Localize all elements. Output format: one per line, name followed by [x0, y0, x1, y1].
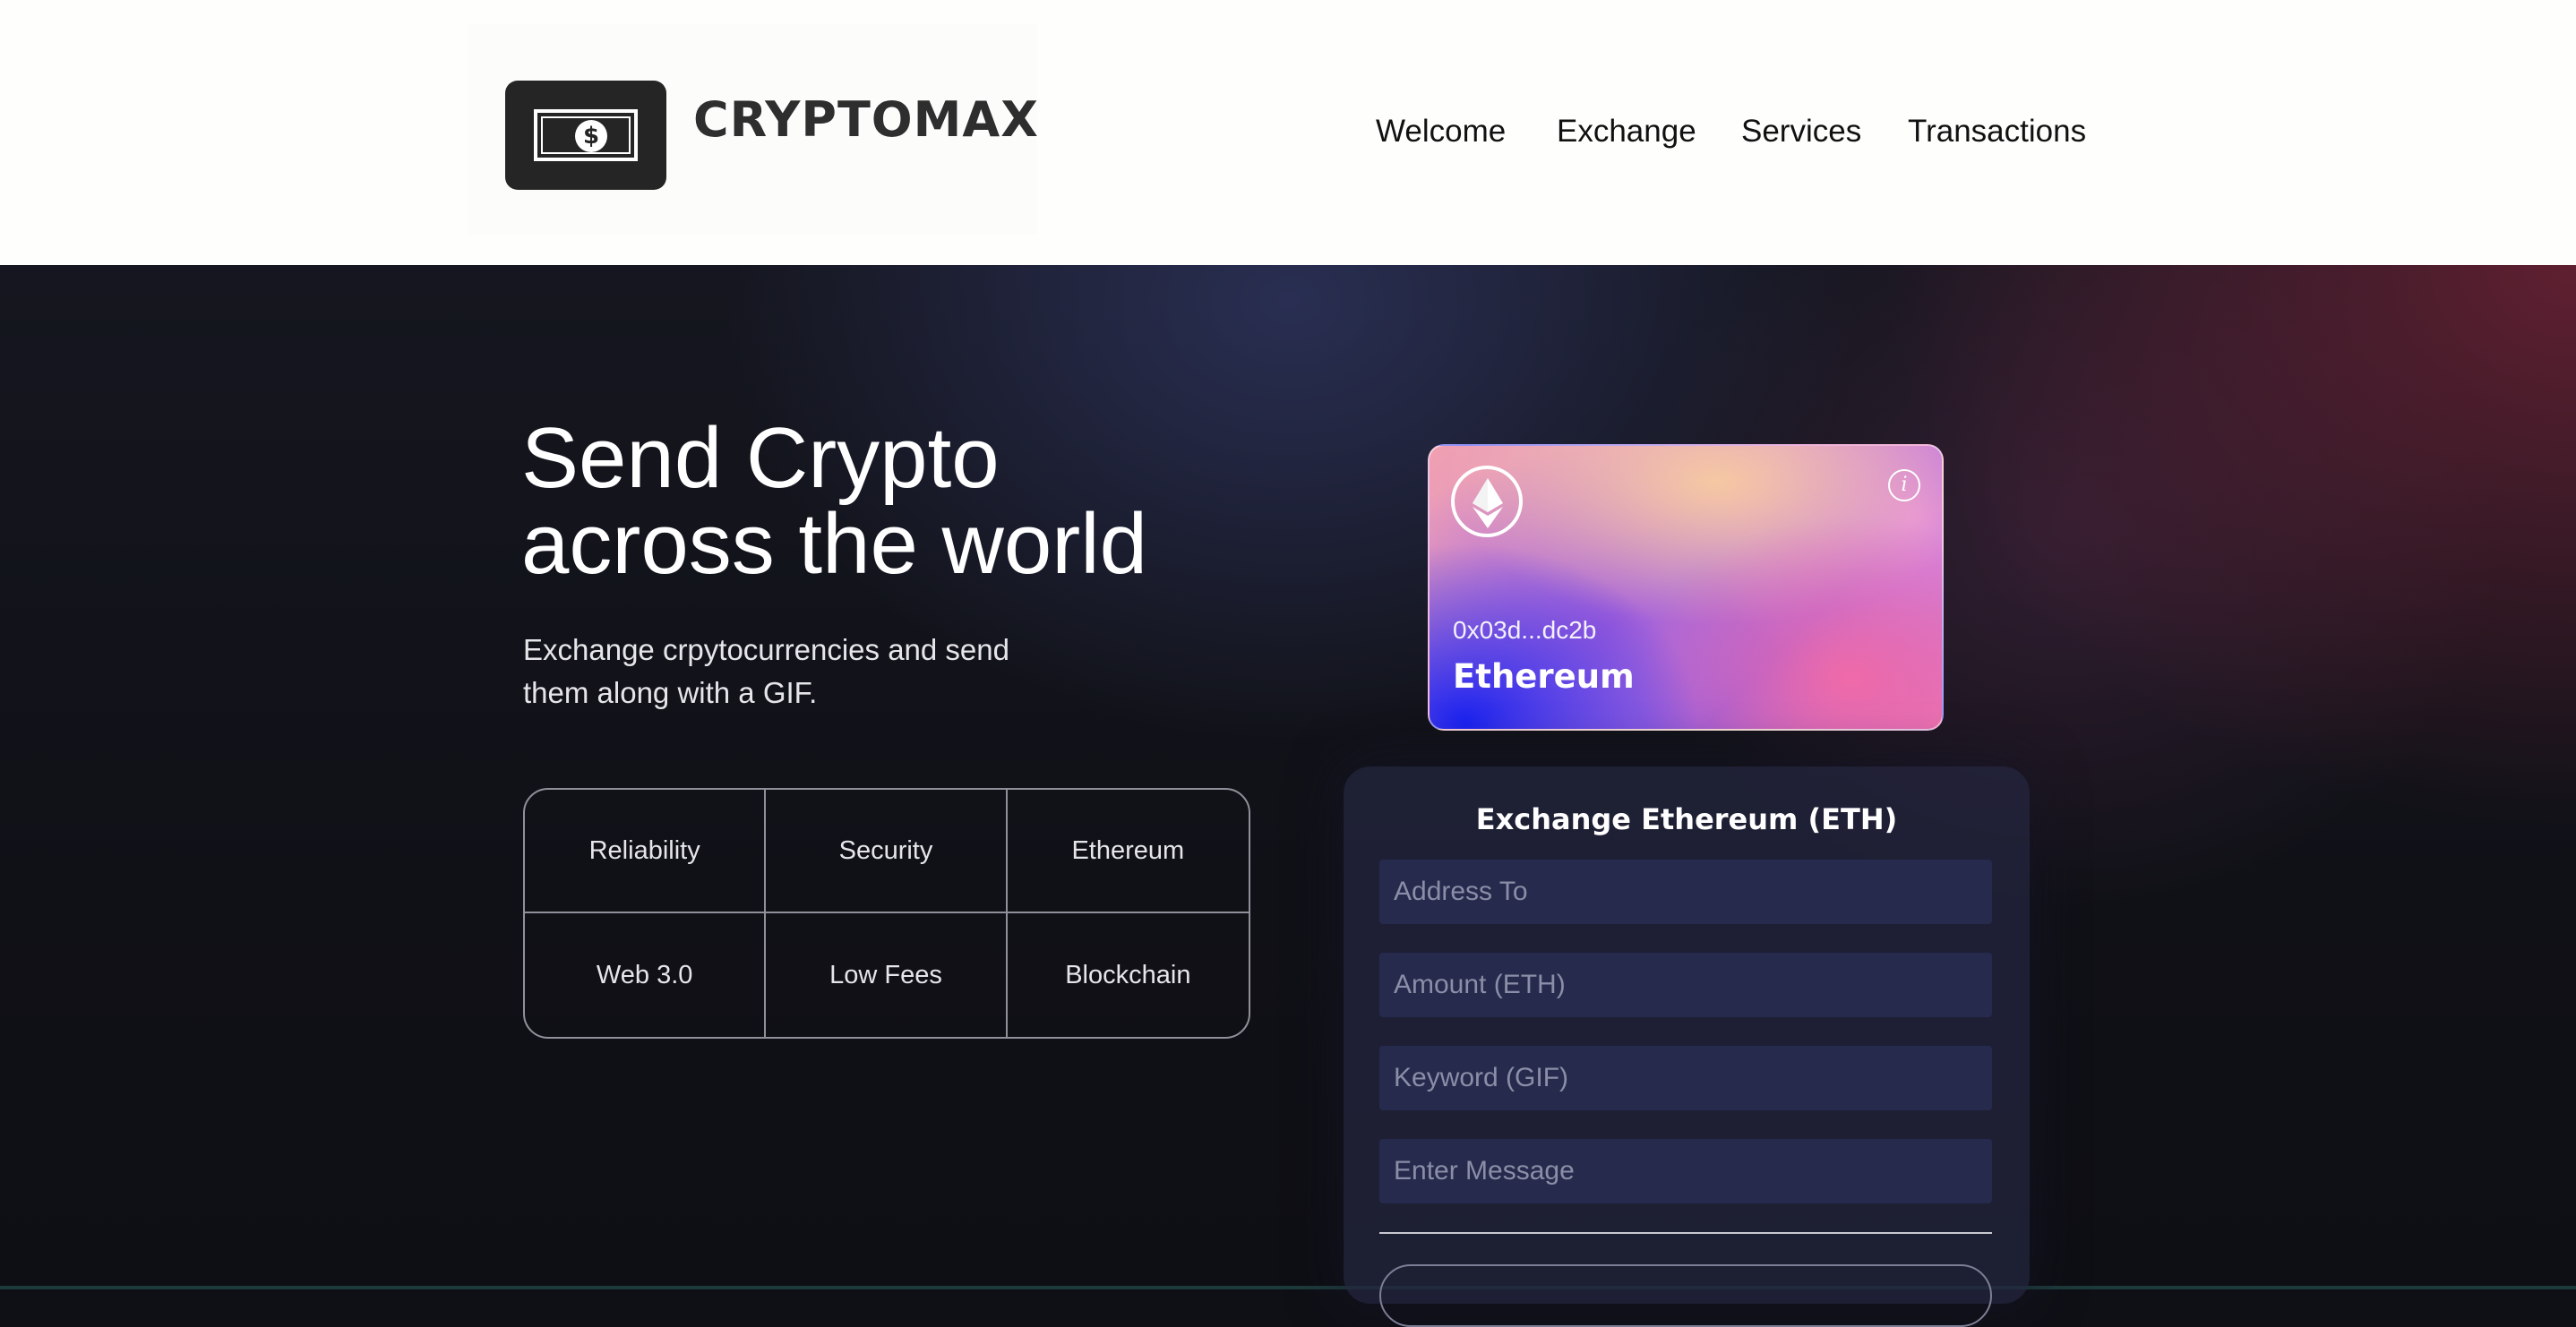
- ethereum-icon: [1451, 466, 1523, 537]
- headline-line-2: across the world: [521, 496, 1147, 592]
- nav-exchange[interactable]: Exchange: [1557, 109, 1696, 154]
- nav-services[interactable]: Services: [1741, 109, 1861, 154]
- ethereum-card: i 0x03d...dc2b Ethereum: [1428, 444, 1944, 731]
- dollar-bill-icon[interactable]: $: [505, 81, 666, 190]
- card-currency-name: Ethereum: [1453, 657, 1635, 696]
- bill-shape: $: [534, 109, 638, 161]
- form-divider: [1379, 1232, 1992, 1234]
- send-button[interactable]: [1379, 1264, 1992, 1327]
- feature-low-fees: Low Fees: [766, 913, 1008, 1037]
- feature-reliability: Reliability: [525, 790, 767, 913]
- headline-line-1: Send Crypto: [521, 410, 1000, 506]
- features-grid: Reliability Security Ethereum Web 3.0 Lo…: [523, 788, 1250, 1039]
- feature-web3: Web 3.0: [525, 913, 767, 1037]
- feature-security: Security: [766, 790, 1008, 913]
- hero-section: [0, 265, 2576, 1289]
- hero-subtext: Exchange crpytocurrencies and send them …: [523, 633, 1009, 709]
- feature-ethereum: Ethereum: [1007, 790, 1249, 913]
- exchange-title: Exchange Ethereum (ETH): [1475, 802, 1898, 836]
- feature-blockchain: Blockchain: [1065, 960, 1191, 989]
- bill-inner: $: [541, 116, 631, 154]
- nav-transactions[interactable]: Transactions: [1908, 109, 2086, 154]
- keyword-input[interactable]: [1379, 1046, 1992, 1110]
- brand-name[interactable]: CRYPTOMAX: [693, 88, 1039, 152]
- exchange-form: Exchange Ethereum (ETH): [1344, 766, 2030, 1327]
- site-header: $ CRYPTOMAX Welcome Exchange Services Tr…: [0, 0, 2576, 265]
- info-icon[interactable]: i: [1888, 469, 1920, 501]
- wallet-address: 0x03d...dc2b: [1453, 616, 1597, 644]
- nav-welcome[interactable]: Welcome: [1376, 109, 1506, 154]
- hero-headline: Send Crypto across the world: [521, 415, 1147, 587]
- dollar-coin-icon: $: [575, 120, 607, 152]
- message-input[interactable]: [1379, 1139, 1992, 1203]
- amount-input[interactable]: [1379, 953, 1992, 1017]
- address-to-input[interactable]: [1379, 860, 1992, 924]
